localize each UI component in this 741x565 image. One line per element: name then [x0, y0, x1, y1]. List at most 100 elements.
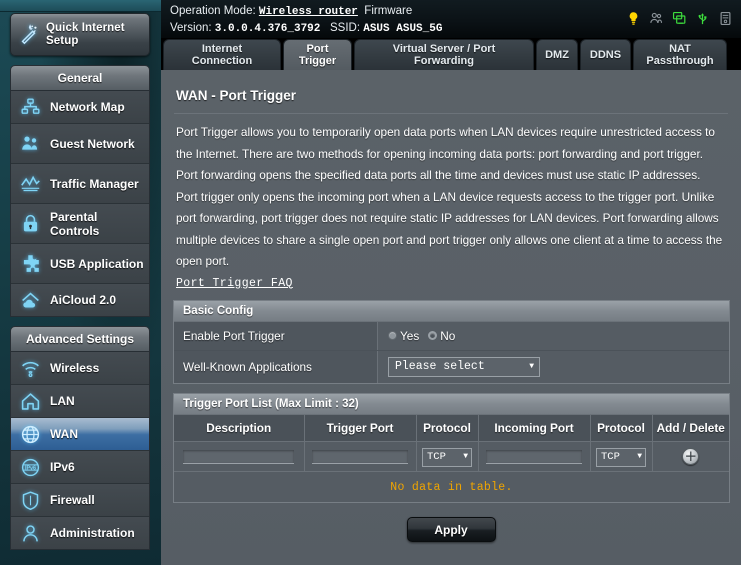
well-known-applications-label: Well-Known Applications — [174, 350, 378, 383]
lock-icon — [17, 211, 43, 237]
quick-internet-setup-button[interactable]: Quick Internet Setup — [10, 13, 150, 56]
quick-internet-setup-label: Quick Internet Setup — [46, 21, 125, 47]
radio-yes-dot — [388, 331, 397, 340]
tab-nat-passthrough-label: NAT Passthrough — [646, 43, 714, 67]
sidebar-item-administration-label: Administration — [50, 526, 135, 540]
sidebar-item-wireless[interactable]: Wireless — [11, 352, 149, 385]
clients-monitor-icon[interactable] — [672, 11, 687, 26]
plus-circle-icon[interactable]: + — [682, 447, 700, 465]
sidebar-item-network-map-label: Network Map — [50, 100, 125, 114]
port-trigger-faq-link[interactable]: Port Trigger FAQ — [176, 277, 293, 290]
sidebar-item-usb-application[interactable]: USB Application — [11, 244, 149, 284]
apply-button[interactable]: Apply — [406, 517, 496, 542]
sidebar-item-parental-controls[interactable]: Parental Controls — [11, 204, 149, 244]
sidebar-item-wireless-label: Wireless — [50, 361, 100, 375]
usb-icon[interactable] — [695, 11, 710, 26]
tab-dmz-label: DMZ — [545, 49, 569, 61]
sidebar-item-traffic-manager[interactable]: Traffic Manager — [11, 164, 149, 204]
ipv6-globe-icon: IPv6 — [17, 454, 43, 480]
top-header-bar: Operation Mode: Wireless router Firmware… — [161, 0, 741, 38]
trigger-port-list-panel: Trigger Port List (Max Limit : 32) Descr… — [173, 392, 730, 503]
cell-protocol-1: TCP ▼ — [416, 441, 479, 472]
tab-nat-passthrough[interactable]: NAT Passthrough — [633, 39, 727, 70]
tab-virtual-server-port-forwarding-label: Virtual Server / Port Forwarding — [392, 43, 496, 67]
printer-server-icon[interactable] — [718, 11, 733, 26]
sidebar-item-wan-label: WAN — [50, 427, 78, 441]
description-input[interactable] — [183, 449, 295, 464]
protocol-1-value: TCP — [427, 451, 446, 464]
chevron-down-icon: ▼ — [463, 452, 468, 462]
trigger-port-input[interactable] — [312, 449, 408, 464]
tab-ddns-label: DDNS — [589, 49, 622, 61]
sidebar-item-administration[interactable]: Administration — [11, 517, 149, 549]
col-add-delete: Add / Delete — [652, 414, 729, 442]
globe-icon — [17, 421, 43, 447]
chevron-down-icon: ▼ — [529, 361, 534, 371]
cell-description — [174, 441, 305, 472]
protocol-1-select[interactable]: TCP ▼ — [422, 447, 472, 467]
well-known-applications-value: Please select — [395, 360, 485, 373]
sidebar-item-aicloud-label: AiCloud 2.0 — [50, 293, 117, 307]
tab-internet-connection-label: Internet Connection — [191, 43, 253, 67]
sidebar-item-usb-application-label: USB Application — [50, 256, 144, 271]
svg-text:IPv6: IPv6 — [24, 465, 35, 471]
sidebar-item-firewall[interactable]: Firewall — [11, 484, 149, 517]
enable-port-trigger-label: Enable Port Trigger — [174, 321, 378, 350]
sidebar-group-advanced-title: Advanced Settings — [10, 326, 150, 352]
sidebar-item-traffic-manager-label: Traffic Manager — [50, 176, 139, 191]
cell-trigger-port — [304, 441, 417, 472]
magic-wand-icon — [16, 22, 42, 48]
puzzle-icon — [17, 251, 43, 277]
main-content: WAN - Port Trigger Port Trigger allows y… — [161, 70, 741, 565]
version-label: Version: — [170, 22, 212, 34]
basic-config-title: Basic Config — [174, 300, 729, 322]
enable-port-trigger-no-radio[interactable]: No — [428, 329, 455, 343]
col-protocol-2: Protocol — [590, 414, 653, 442]
sidebar-item-network-map[interactable]: Network Map — [11, 91, 149, 124]
tab-internet-connection[interactable]: Internet Connection — [163, 39, 281, 70]
sidebar-group-general: General Network Map Guest Network Traffi… — [10, 65, 150, 317]
home-icon — [17, 388, 43, 414]
sidebar-item-aicloud[interactable]: AiCloud 2.0 — [11, 284, 149, 316]
empty-table-message: No data in table. — [174, 472, 729, 502]
chevron-down-icon: ▼ — [637, 452, 642, 462]
page-title: WAN - Port Trigger — [176, 88, 297, 103]
enable-port-trigger-yes-radio[interactable]: Yes — [388, 329, 419, 343]
apply-button-wrap: Apply — [170, 517, 732, 542]
trigger-port-table: Description Trigger Port Protocol Incomi… — [174, 414, 729, 472]
col-description: Description — [174, 414, 305, 442]
sidebar-group-advanced: Advanced Settings Wireless LAN WAN IPv6 … — [10, 326, 150, 550]
sidebar-item-wan[interactable]: WAN — [11, 418, 149, 451]
sidebar-item-firewall-label: Firewall — [50, 493, 95, 507]
cell-incoming-port — [478, 441, 591, 472]
tab-virtual-server-port-forwarding[interactable]: Virtual Server / Port Forwarding — [354, 39, 534, 70]
sidebar: Quick Internet Setup General Network Map — [10, 13, 150, 550]
guest-users-icon[interactable] — [649, 11, 664, 26]
sidebar-item-guest-network[interactable]: Guest Network — [11, 124, 149, 164]
tab-dmz[interactable]: DMZ — [536, 39, 578, 70]
well-known-applications-row: Well-Known Applications Please select ▼ — [174, 350, 729, 383]
basic-config-panel: Basic Config Enable Port Trigger Yes No … — [173, 299, 730, 384]
tab-ddns[interactable]: DDNS — [580, 39, 631, 70]
sidebar-item-lan-label: LAN — [50, 394, 75, 408]
tab-port-trigger[interactable]: Port Trigger — [283, 39, 352, 70]
well-known-applications-select[interactable]: Please select ▼ — [388, 356, 540, 377]
firmware-label: Firmware — [364, 5, 413, 17]
cell-protocol-2: TCP ▼ — [590, 441, 653, 472]
ssid-label: SSID: — [329, 22, 361, 34]
page-description: Port Trigger allows you to temporarily o… — [176, 125, 723, 268]
user-icon — [17, 520, 43, 546]
ssid-value: ASUS ASUS_5G — [363, 23, 443, 35]
protocol-2-select[interactable]: TCP ▼ — [596, 447, 646, 467]
operation-mode-value[interactable]: Wireless router — [259, 6, 358, 18]
trigger-port-list-title: Trigger Port List (Max Limit : 32) — [174, 393, 729, 415]
sidebar-item-parental-controls-label: Parental Controls — [50, 209, 100, 238]
sidebar-item-lan[interactable]: LAN — [11, 385, 149, 418]
sidebar-item-ipv6[interactable]: IPv6 IPv6 — [11, 451, 149, 484]
notification-bulb-icon[interactable] — [626, 11, 641, 26]
incoming-port-input[interactable] — [486, 449, 582, 464]
traffic-manager-icon — [17, 171, 43, 197]
radio-yes-label: Yes — [400, 328, 420, 343]
sidebar-item-guest-network-label: Guest Network — [50, 136, 135, 151]
header-info-text: Operation Mode: Wireless router Firmware… — [170, 3, 442, 37]
